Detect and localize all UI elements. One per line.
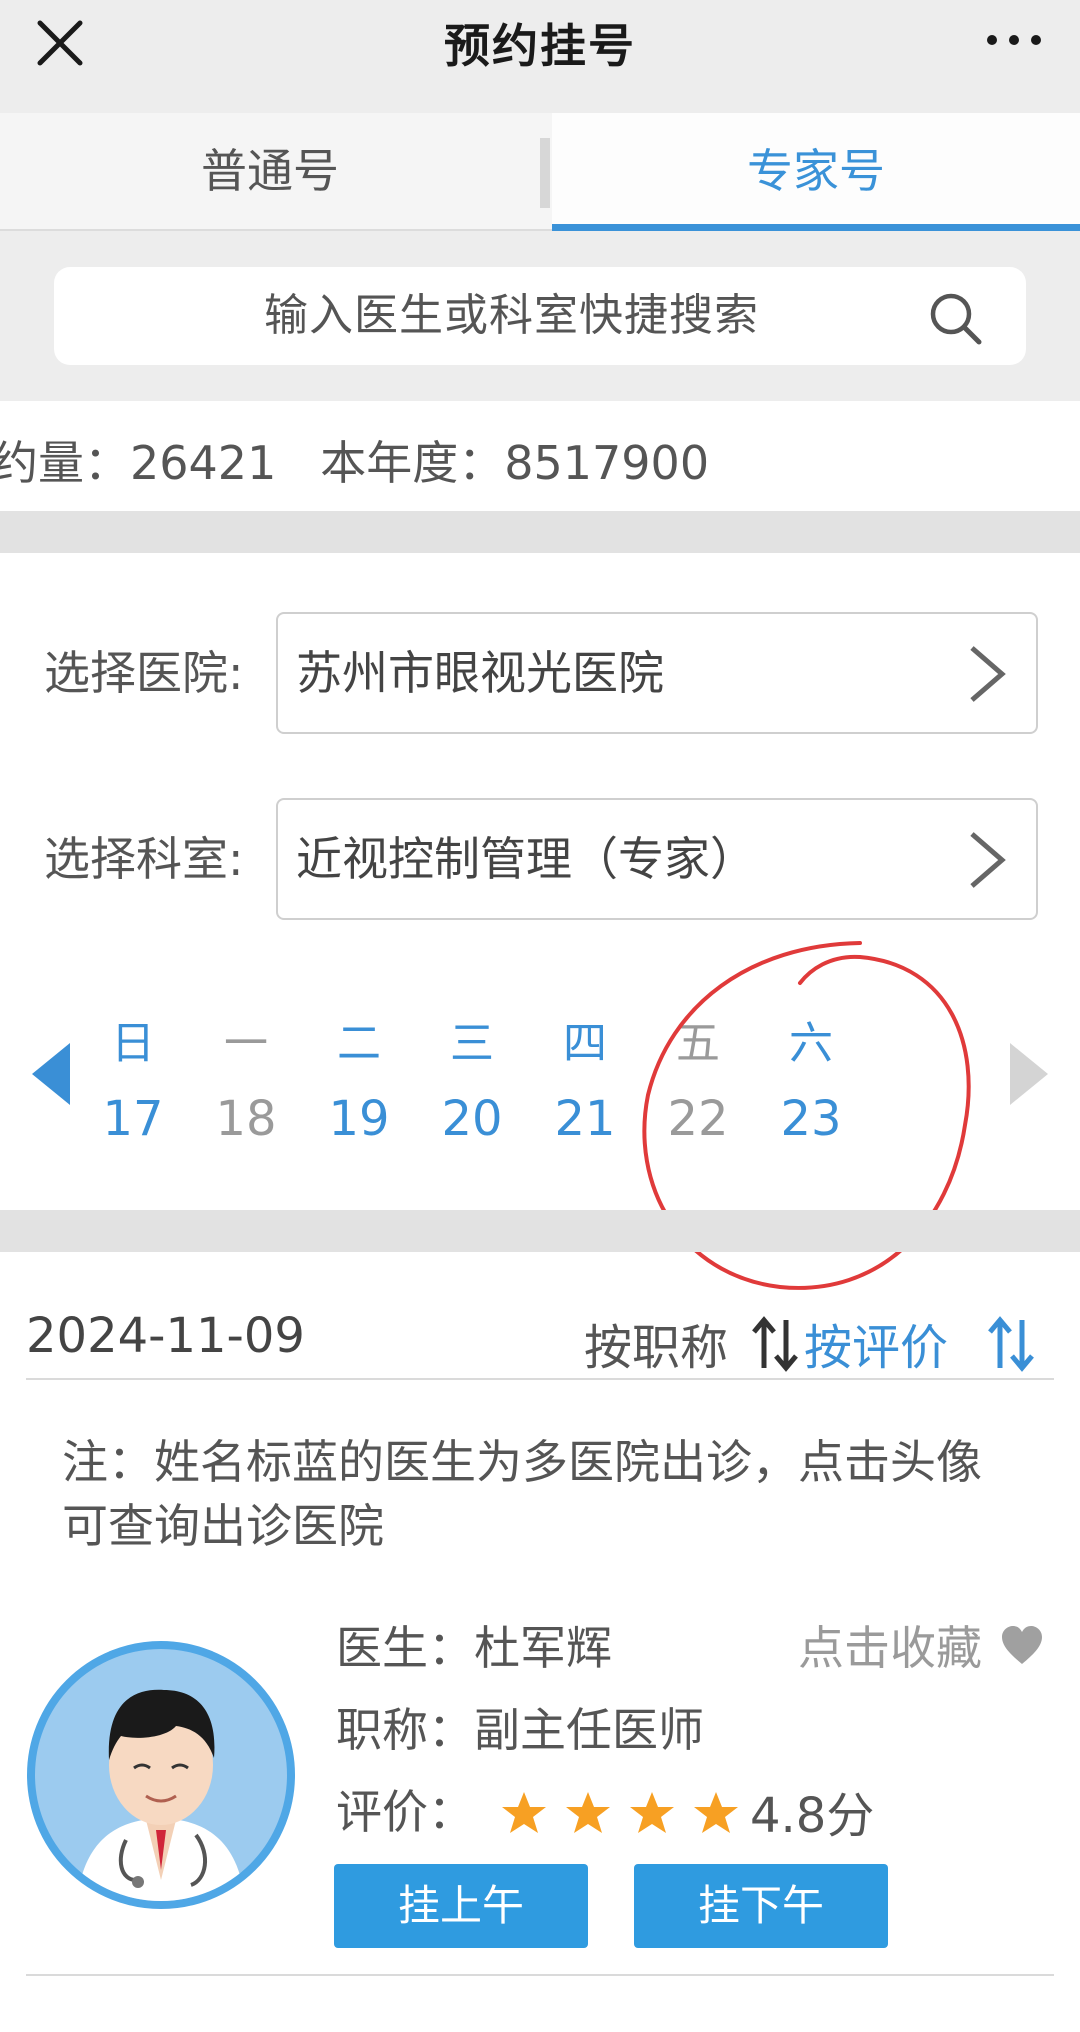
chevron-right-icon [970,832,1006,888]
sort-icon[interactable] [750,1314,800,1374]
doctor-name-label: 医生： [336,1621,474,1675]
doctor-avatar[interactable] [26,1640,296,1910]
hospital-select[interactable]: 苏州市眼视光医院 [276,612,1038,734]
active-tab-indicator [552,224,1080,231]
tab-expert[interactable]: 专家号 [552,113,1080,231]
calendar-day[interactable]: 日 17 [78,1009,188,1159]
sort-by-rating-button[interactable]: 按评价 [804,1308,948,1378]
date-calendar: 日 17 一 18 二 19 三 20 四 21 五 22 六 23 [0,995,1080,1185]
prev-week-icon[interactable] [32,1043,70,1105]
star-icon [502,1792,546,1833]
calendar-date: 18 [215,1091,277,1147]
sort-icon[interactable] [986,1314,1036,1374]
multi-hospital-note: 注：姓名标蓝的医生为多医院出诊，点击头像可查询出诊医院 [62,1435,982,1553]
hospital-label: 选择医院: [44,646,244,700]
tab-divider [540,138,550,208]
section-divider [0,1210,1080,1252]
calendar-date: 21 [554,1091,616,1147]
stats-text: 约量：26421 本年度：8517900 [0,427,709,493]
rating-score: 4.8分 [750,1788,875,1844]
search-placeholder: 输入医生或科室快捷搜索 [264,290,759,341]
doctor-name[interactable]: 杜军辉 [474,1621,612,1675]
stats-value-today: 26421 [130,436,277,490]
calendar-weekday: 日 [111,1018,155,1069]
calendar-weekday: 一 [224,1018,268,1069]
heart-icon[interactable] [1000,1624,1044,1666]
calendar-day: 五 22 [643,1009,753,1159]
calendar-day[interactable]: 三 20 [417,1009,527,1159]
section-divider [0,511,1080,553]
calendar-day: 一 18 [191,1009,301,1159]
title-bar: 预约挂号 [0,0,1080,113]
page-title: 预约挂号 [444,19,636,73]
doctor-title-line: 职称：副主任医师 [336,1694,704,1760]
calendar-weekday: 二 [337,1018,381,1069]
search-icon[interactable] [928,291,984,347]
doctor-name-line: 医生：杜军辉 [336,1612,612,1678]
stats-label-year: 本年度： [320,436,505,490]
search-area: 输入医生或科室快捷搜索 [0,231,1080,401]
sort-by-title-button[interactable]: 按职称 [584,1308,728,1378]
selected-date: 2024-11-09 [26,1308,305,1364]
next-week-icon[interactable] [1010,1043,1048,1105]
calendar-date: 17 [102,1091,164,1147]
department-value: 近视控制管理（专家） [296,832,756,886]
department-label: 选择科室: [44,832,244,886]
booking-stats: 约量：26421 本年度：8517900 [0,401,1080,511]
stats-value-year: 8517900 [504,436,710,490]
stats-label-today: 约量： [0,436,130,490]
doctor-title: 副主任医师 [474,1703,704,1757]
calendar-day[interactable]: 二 19 [304,1009,414,1159]
calendar-weekday: 五 [676,1018,720,1069]
calendar-date: 19 [328,1091,390,1147]
star-icon [566,1792,610,1833]
more-options-icon[interactable] [984,28,1044,52]
calendar-date: 20 [441,1091,503,1147]
search-input[interactable]: 输入医生或科室快捷搜索 [54,267,1026,365]
star-icon [694,1792,738,1833]
hospital-value: 苏州市眼视光医院 [296,646,664,700]
calendar-day[interactable]: 六 23 [756,1009,866,1159]
calendar-weekday: 三 [450,1018,494,1069]
card-divider [26,1974,1054,1976]
date-sort-row: 2024-11-09 按职称 按评价 [26,1300,1054,1380]
hospital-selector-row: 选择医院: 苏州市眼视光医院 [0,612,1080,734]
chevron-right-icon [970,646,1006,702]
department-select[interactable]: 近视控制管理（专家） [276,798,1038,920]
book-afternoon-button[interactable]: 挂下午 [634,1864,888,1948]
doctor-title-label: 职称： [336,1703,474,1757]
department-selector-row: 选择科室: 近视控制管理（专家） [0,798,1080,920]
calendar-date: 22 [667,1091,729,1147]
star-icon [630,1792,674,1833]
calendar-day[interactable]: 四 21 [530,1009,640,1159]
registration-type-tabs: 普通号 专家号 [0,113,1080,231]
doctor-rating-label: 评价： [336,1785,474,1839]
tab-general[interactable]: 普通号 [0,113,540,231]
calendar-date: 23 [780,1091,842,1147]
calendar-weekday: 六 [789,1018,833,1069]
favorite-button[interactable]: 点击收藏 [798,1612,982,1678]
calendar-weekday: 四 [563,1018,607,1069]
book-morning-button[interactable]: 挂上午 [334,1864,588,1948]
